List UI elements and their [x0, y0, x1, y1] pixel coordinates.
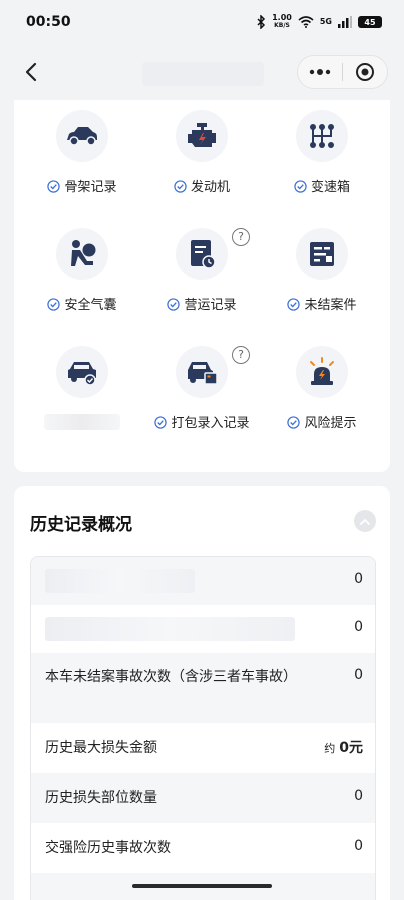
feature-item-airbag[interactable]: 安全气囊	[22, 228, 142, 328]
loss-amount: 0元	[339, 740, 363, 756]
nav-bar	[0, 44, 404, 100]
feature-label: 未结案件	[304, 298, 357, 313]
table-row: 交强险历史事故次数 0	[31, 823, 375, 873]
help-icon[interactable]: ?	[232, 346, 250, 364]
check-circle-icon	[287, 298, 301, 311]
row-label: 历史最大损失金额	[45, 740, 157, 756]
car-frame-icon	[67, 127, 97, 146]
table-row: 0	[31, 557, 375, 605]
check-circle-icon	[287, 416, 301, 429]
feature-item-engine[interactable]: 发动机	[142, 110, 262, 210]
feature-label-redacted	[44, 414, 120, 430]
collapse-button[interactable]	[354, 510, 376, 532]
feature-label: 发动机	[190, 180, 230, 195]
help-icon[interactable]: ?	[232, 228, 250, 246]
row-value: 0	[354, 788, 363, 804]
status-time: 00:50	[26, 14, 71, 30]
wifi-icon	[298, 16, 314, 28]
table-row: 历史最大损失金额 约 0元	[31, 723, 375, 773]
check-circle-icon	[167, 298, 181, 311]
home-indicator[interactable]	[132, 884, 272, 888]
more-button[interactable]	[298, 56, 342, 88]
airbag-icon	[71, 240, 96, 266]
check-circle-icon	[154, 416, 168, 429]
back-button[interactable]	[16, 57, 46, 87]
history-table: 0 0 本车未结案事故次数（含涉三者车事故） 0 历史最大损失金额 约 0元 历史…	[30, 556, 376, 900]
table-row: 历史损失部位数量 0	[31, 773, 375, 823]
chevron-left-icon	[25, 62, 37, 82]
row-value: 约 0元	[324, 737, 363, 757]
row-label: 本车未结案事故次数（含涉三者车事故）	[45, 669, 297, 685]
feature-item-operation[interactable]: ? 营运记录	[142, 228, 262, 328]
row-value: 0	[354, 838, 363, 854]
feature-item-gearbox[interactable]: 变速箱	[262, 110, 382, 210]
check-circle-icon	[47, 298, 61, 311]
close-button[interactable]	[343, 56, 387, 88]
section-title: 历史记录概况	[30, 515, 132, 535]
feature-grid-card: 骨架记录 发动机 变速箱 安全气囊 ? 营运记录 未结案件 ? 打包录入记录 风…	[14, 100, 390, 472]
status-bar: 00:50 1.00 KB/S 5G 45	[0, 0, 404, 44]
signal-icon	[338, 16, 352, 28]
feature-label: 安全气囊	[64, 298, 117, 313]
network-speed: 1.00 KB/S	[272, 13, 292, 30]
row-value: 0	[354, 619, 363, 635]
status-icons: 1.00 KB/S 5G 45	[256, 14, 382, 30]
mini-program-capsule	[297, 55, 388, 89]
target-circle-icon	[356, 63, 374, 81]
feature-item-package[interactable]: ? 打包录入记录	[142, 346, 262, 446]
table-row: 0	[31, 605, 375, 653]
row-label-redacted	[45, 569, 195, 593]
table-row: 本车未结案事故次数（含涉三者车事故） 0	[31, 653, 375, 723]
check-circle-icon	[47, 180, 61, 193]
approx-prefix: 约	[324, 742, 336, 755]
signal-label: 5G	[319, 17, 332, 26]
car-check-icon	[68, 362, 96, 385]
chevron-up-icon	[360, 518, 370, 525]
feature-item-open-cases[interactable]: 未结案件	[262, 228, 382, 328]
feature-label: 打包录入记录	[171, 416, 250, 431]
bluetooth-icon	[257, 15, 266, 29]
feature-item-frame[interactable]: 骨架记录	[22, 110, 142, 210]
feature-label: 变速箱	[310, 180, 350, 195]
row-value: 0	[354, 571, 363, 587]
battery-indicator: 45	[358, 16, 382, 28]
feature-label: 风险提示	[304, 416, 357, 431]
history-overview-card: 历史记录概况 0 0 本车未结案事故次数（含涉三者车事故） 0 历史最大损失金额…	[14, 486, 390, 900]
document-clock-icon	[191, 240, 216, 269]
row-label-redacted	[45, 617, 295, 641]
check-circle-icon	[174, 180, 187, 193]
alarm-light-icon	[310, 357, 334, 385]
case-file-icon	[310, 242, 334, 266]
car-package-icon	[188, 362, 218, 385]
row-label: 历史损失部位数量	[45, 790, 157, 806]
row-value: 0	[354, 667, 363, 683]
engine-icon	[188, 123, 216, 147]
feature-item-risk[interactable]: 风险提示	[262, 346, 382, 446]
gearbox-icon	[310, 124, 334, 148]
page-title-redacted	[142, 62, 264, 86]
row-label: 交强险历史事故次数	[45, 840, 171, 856]
more-dots-icon	[309, 69, 331, 75]
feature-label: 营运记录	[184, 298, 237, 313]
check-circle-icon	[294, 180, 307, 193]
feature-label: 骨架记录	[64, 180, 117, 195]
feature-item-redacted[interactable]	[22, 346, 142, 446]
